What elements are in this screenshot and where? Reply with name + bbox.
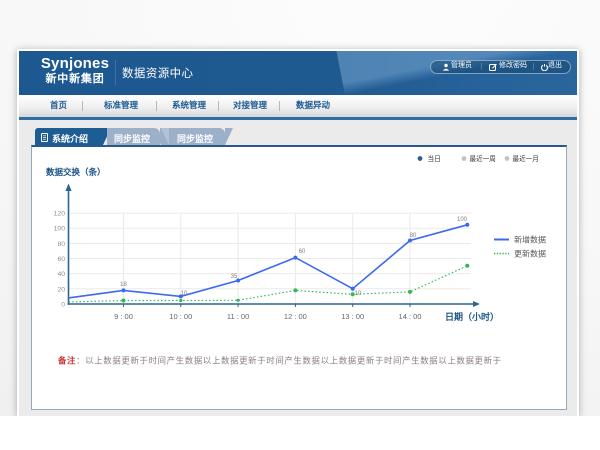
svg-text:80: 80: [57, 241, 65, 248]
svg-text:10: 10: [181, 291, 188, 297]
svg-text:日期（小时）: 日期（小时）: [445, 311, 499, 322]
svg-text:20: 20: [57, 286, 65, 293]
svg-text:0: 0: [61, 302, 65, 309]
svg-text:新增数据: 新增数据: [514, 235, 546, 245]
svg-text:120: 120: [54, 211, 66, 218]
svg-text:80: 80: [410, 233, 417, 239]
svg-text:当日: 当日: [428, 154, 441, 163]
svg-text:最近一周: 最近一周: [470, 154, 496, 163]
svg-text:13 : 00: 13 : 00: [341, 312, 364, 321]
svg-text:11 : 00: 11 : 00: [227, 312, 249, 321]
svg-text:35: 35: [231, 274, 238, 280]
svg-text:60: 60: [57, 256, 65, 263]
svg-text:更新数据: 更新数据: [514, 249, 546, 259]
svg-text:9 : 00: 9 : 00: [114, 312, 133, 321]
svg-text:18: 18: [120, 282, 127, 288]
svg-text:最近一月: 最近一月: [513, 154, 539, 163]
svg-text:10: 10: [355, 291, 362, 297]
svg-text:数据交换（条）: 数据交换（条）: [46, 167, 106, 177]
svg-text:60: 60: [299, 249, 306, 255]
svg-text:备注：以上数据更新于时间产生数据以上数据更新于时间产生数据以: 备注：以上数据更新于时间产生数据以上数据更新于时间产生数据以上数据更新于时间产生…: [57, 356, 502, 366]
svg-text:14 : 00: 14 : 00: [399, 312, 422, 321]
svg-text:100: 100: [457, 217, 468, 223]
svg-text:12 : 00: 12 : 00: [284, 312, 307, 321]
svg-text:10 : 00: 10 : 00: [169, 312, 192, 321]
svg-text:40: 40: [57, 271, 65, 278]
svg-text:100: 100: [54, 226, 66, 233]
